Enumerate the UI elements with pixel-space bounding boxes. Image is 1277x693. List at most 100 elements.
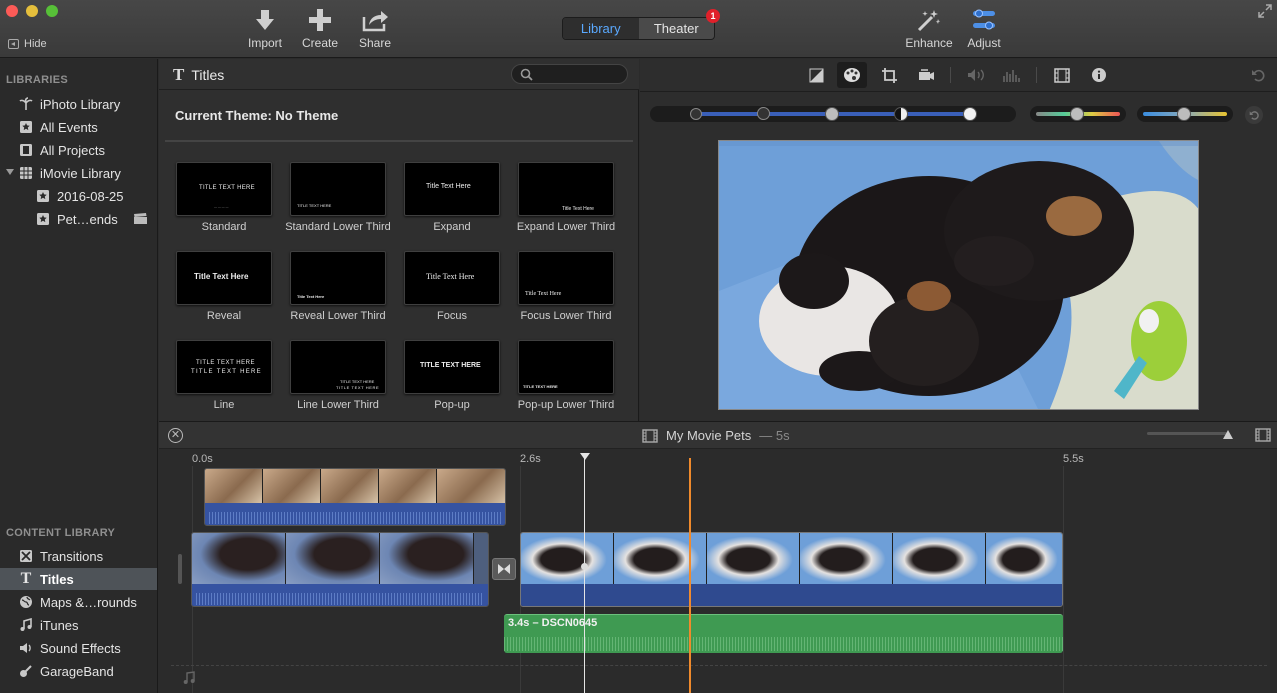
time-label: 2.6s xyxy=(520,453,541,465)
content-library-header: CONTENT LIBRARY xyxy=(6,527,116,539)
tab-theater[interactable]: Theater xyxy=(639,18,715,39)
clip-trim-handle[interactable] xyxy=(178,554,182,584)
music-well[interactable] xyxy=(171,665,1267,690)
temperature-handle[interactable] xyxy=(1177,107,1191,121)
clip-appearance-icon[interactable] xyxy=(1255,428,1271,442)
video-preview[interactable] xyxy=(718,140,1199,410)
black-point-handle[interactable] xyxy=(690,108,702,120)
sidebar-item-sound-effects[interactable]: Sound Effects xyxy=(0,637,157,659)
reset-icon[interactable] xyxy=(1248,66,1268,84)
temperature-slider[interactable] xyxy=(1137,106,1233,122)
close-project-button[interactable]: ✕ xyxy=(168,428,183,443)
title-thumbnail: Title Text Here xyxy=(404,162,500,216)
brightness-handle[interactable] xyxy=(825,107,839,121)
title-tile-standard[interactable]: TITLE TEXT HERE — — — — Standard xyxy=(167,162,281,233)
audio-clip[interactable]: 3.4s – DSCN0645 xyxy=(504,614,1063,653)
title-tile-standard-lower-third[interactable]: TITLE TEXT HERE Standard Lower Third xyxy=(281,162,395,233)
share-button[interactable]: Share xyxy=(344,8,406,50)
transition-button[interactable] xyxy=(492,558,516,580)
fullscreen-icon[interactable] xyxy=(1258,4,1272,18)
info-icon[interactable] xyxy=(1089,66,1109,84)
transitions-icon xyxy=(18,549,34,563)
sidebar-item-transitions[interactable]: Transitions xyxy=(0,545,157,567)
color-correction-icon[interactable] xyxy=(837,62,867,88)
stabilization-icon[interactable] xyxy=(916,66,936,84)
equalizer-icon[interactable] xyxy=(1001,66,1021,84)
share-label: Share xyxy=(358,36,392,50)
playhead-handle[interactable] xyxy=(580,453,590,460)
clip-filmstrip xyxy=(192,533,488,586)
sidebar-item-event-2016-08-25[interactable]: 2016-08-25 xyxy=(0,185,157,207)
plus-icon xyxy=(309,9,331,31)
title-thumbnail: Title Text Here xyxy=(518,251,614,305)
shadows-handle[interactable] xyxy=(757,107,770,120)
sidebar-item-imovie-library[interactable]: iMovie Library xyxy=(0,162,157,184)
sidebar-item-label: iPhoto Library xyxy=(40,96,121,112)
title-tile-expand[interactable]: Title Text Here Expand xyxy=(395,162,509,233)
crop-icon[interactable] xyxy=(879,66,899,84)
cutaway-clip[interactable] xyxy=(204,468,506,526)
enhance-button[interactable]: Enhance xyxy=(898,8,960,50)
color-balance-icon[interactable] xyxy=(806,66,826,84)
film-icon xyxy=(18,143,34,157)
tab-library[interactable]: Library xyxy=(563,18,639,39)
video-clip-2[interactable] xyxy=(520,532,1063,607)
close-window-button[interactable] xyxy=(6,5,18,17)
title-tile-reveal-lower-third[interactable]: Title Text Here Reveal Lower Third xyxy=(281,251,395,322)
search-input[interactable] xyxy=(511,64,628,84)
sidebar-item-pets-friends[interactable]: Pet…ends xyxy=(0,208,157,230)
import-label: Import xyxy=(247,36,282,50)
title-thumbnail: TITLE TEXT HERE — — — — xyxy=(176,162,272,216)
minimize-window-button[interactable] xyxy=(26,5,38,17)
title-tile-expand-lower-third[interactable]: Title Text Here Expand Lower Third xyxy=(509,162,623,233)
clip-filmstrip xyxy=(205,469,505,503)
saturation-handle[interactable] xyxy=(1070,107,1084,121)
sidebar-item-all-projects[interactable]: All Projects xyxy=(0,139,157,161)
view-switcher: Library Theater xyxy=(562,17,715,40)
globe-icon xyxy=(18,595,34,609)
playhead[interactable] xyxy=(584,455,585,693)
clip-filmstrip xyxy=(521,533,1062,586)
sidebar-item-iphoto-library[interactable]: iPhoto Library xyxy=(0,93,157,115)
clip-audio-waveform xyxy=(205,503,505,525)
zoom-handle[interactable] xyxy=(1223,430,1233,439)
title-tile-line[interactable]: TITLE TEXT HERE TITLE TEXT HERE Line xyxy=(167,340,281,411)
sidebar-item-itunes[interactable]: iTunes xyxy=(0,614,157,636)
sidebar-item-garageband[interactable]: GarageBand xyxy=(0,660,157,682)
title-tile-focus[interactable]: Title Text Here Focus xyxy=(395,251,509,322)
title-tile-line-lower-third[interactable]: TITLE TEXT HERE TITLE TEXT HERE Line Lowe… xyxy=(281,340,395,411)
title-tile-focus-lower-third[interactable]: Title Text Here Focus Lower Third xyxy=(509,251,623,322)
star-icon xyxy=(35,212,51,226)
zoom-window-button[interactable] xyxy=(46,5,58,17)
import-button[interactable]: Import xyxy=(234,8,296,50)
exposure-slider[interactable] xyxy=(650,106,1016,122)
guitar-icon xyxy=(18,664,34,678)
sidebar-item-maps-backgrounds[interactable]: Maps &…rounds xyxy=(0,591,157,613)
highlights-handle[interactable] xyxy=(963,107,977,121)
title-tile-reveal[interactable]: Title Text Here Reveal xyxy=(167,251,281,322)
skimmer-line xyxy=(689,458,691,693)
sidebar-item-titles[interactable]: T Titles xyxy=(0,568,157,590)
libraries-sidebar: LIBRARIES iPhoto Library All Events All … xyxy=(0,59,158,693)
sidebar-item-label: Transitions xyxy=(40,548,104,564)
title-tile-pop-up[interactable]: TITLE TEXT HERE Pop-up xyxy=(395,340,509,411)
sidebar-item-all-events[interactable]: All Events xyxy=(0,116,157,138)
title-thumbnail: Title Text Here xyxy=(290,251,386,305)
titles-icon: T xyxy=(173,65,185,84)
adjustment-toolbar xyxy=(640,59,1277,92)
tile-label: Focus xyxy=(437,310,467,322)
video-clip-1[interactable] xyxy=(191,532,489,607)
create-button[interactable]: Create xyxy=(289,8,351,50)
title-tile-pop-up-lower-third[interactable]: TITLE TEXT HERE Pop-up Lower Third xyxy=(509,340,623,411)
contrast-handle[interactable] xyxy=(894,107,908,121)
adjust-button[interactable]: Adjust xyxy=(953,8,1015,50)
reset-color-icon[interactable] xyxy=(1245,106,1263,124)
hide-libraries-button[interactable]: Hide xyxy=(8,38,47,50)
playhead-marker xyxy=(581,563,588,570)
timeline-zoom-slider[interactable] xyxy=(1147,432,1227,435)
browser-title: T Titles xyxy=(173,65,224,85)
volume-icon[interactable] xyxy=(966,66,986,84)
tile-label: Expand xyxy=(433,221,471,233)
clip-filter-icon[interactable] xyxy=(1052,66,1072,84)
saturation-slider[interactable] xyxy=(1030,106,1126,122)
